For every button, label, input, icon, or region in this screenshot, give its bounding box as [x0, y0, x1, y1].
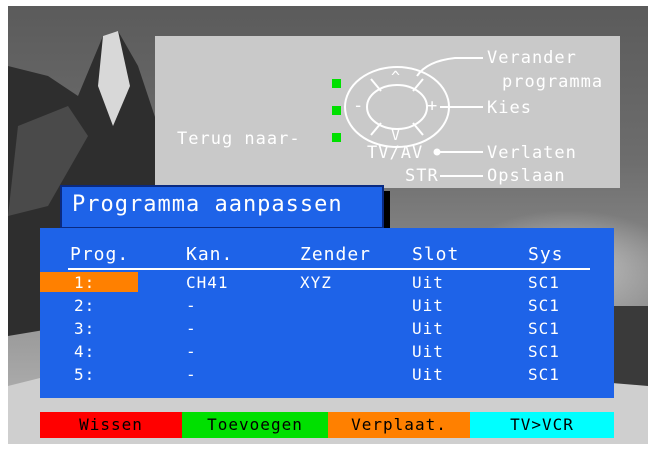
header-kan: Kan.	[186, 244, 234, 265]
green-indicator-2	[332, 106, 341, 115]
remote-help-box: ^ V - + Verander programma Kies Terug na…	[155, 36, 620, 188]
help-change-line1: Verander	[487, 48, 577, 68]
help-back-to: Terug naar-	[177, 129, 301, 149]
help-up-arrow: ^	[391, 68, 402, 86]
row1-zender[interactable]: XYZ	[300, 273, 332, 292]
row4-sys[interactable]: SC1	[528, 342, 560, 361]
row3-kan[interactable]: -	[186, 319, 197, 338]
row2-kan[interactable]: -	[186, 296, 197, 315]
row3-prog[interactable]: 3:	[74, 319, 95, 338]
row1-slot[interactable]: Uit	[412, 273, 444, 292]
help-select: Kies	[487, 98, 532, 118]
header-zender: Zender	[300, 244, 372, 265]
move-button[interactable]: Verplaat.	[328, 412, 470, 438]
row4-prog[interactable]: 4:	[74, 342, 95, 361]
header-prog: Prog.	[70, 244, 130, 265]
green-indicator-3	[332, 133, 341, 142]
menu-title-box: Programma aanpassen	[60, 185, 384, 229]
row2-slot[interactable]: Uit	[412, 296, 444, 315]
page-title: Programma aanpassen	[72, 192, 343, 217]
row5-sys[interactable]: SC1	[528, 365, 560, 384]
row5-prog[interactable]: 5:	[74, 365, 95, 384]
row3-sys[interactable]: SC1	[528, 319, 560, 338]
green-indicator-1	[332, 79, 341, 88]
tv-screen: ^ V - + Verander programma Kies Terug na…	[8, 6, 648, 444]
delete-button[interactable]: Wissen	[40, 412, 182, 438]
header-sys: Sys	[528, 244, 564, 265]
header-slot: Slot	[412, 244, 460, 265]
help-store: Opslaan	[487, 166, 566, 186]
row5-slot[interactable]: Uit	[412, 365, 444, 384]
row3-slot[interactable]: Uit	[412, 319, 444, 338]
row4-kan[interactable]: -	[186, 342, 197, 361]
help-tvav: TV/AV	[367, 143, 424, 163]
help-exit: Verlaten	[487, 143, 577, 163]
program-table: Prog. Kan. Zender Slot Sys 1: CH41 XYZ U…	[40, 228, 614, 398]
help-str: STR	[405, 166, 439, 186]
header-divider	[68, 268, 590, 270]
row4-slot[interactable]: Uit	[412, 342, 444, 361]
row5-kan[interactable]: -	[186, 365, 197, 384]
row1-prog[interactable]: 1:	[74, 273, 95, 292]
help-plus: +	[427, 96, 439, 116]
row1-kan[interactable]: CH41	[186, 273, 229, 292]
row2-prog[interactable]: 2:	[74, 296, 95, 315]
help-change-line2: programma	[502, 72, 604, 92]
help-minus: -	[353, 96, 365, 116]
add-button[interactable]: Toevoegen	[182, 412, 328, 438]
row2-sys[interactable]: SC1	[528, 296, 560, 315]
help-down-arrow: V	[391, 126, 402, 144]
row1-sys[interactable]: SC1	[528, 273, 560, 292]
tv-vcr-button[interactable]: TV>VCR	[470, 412, 614, 438]
